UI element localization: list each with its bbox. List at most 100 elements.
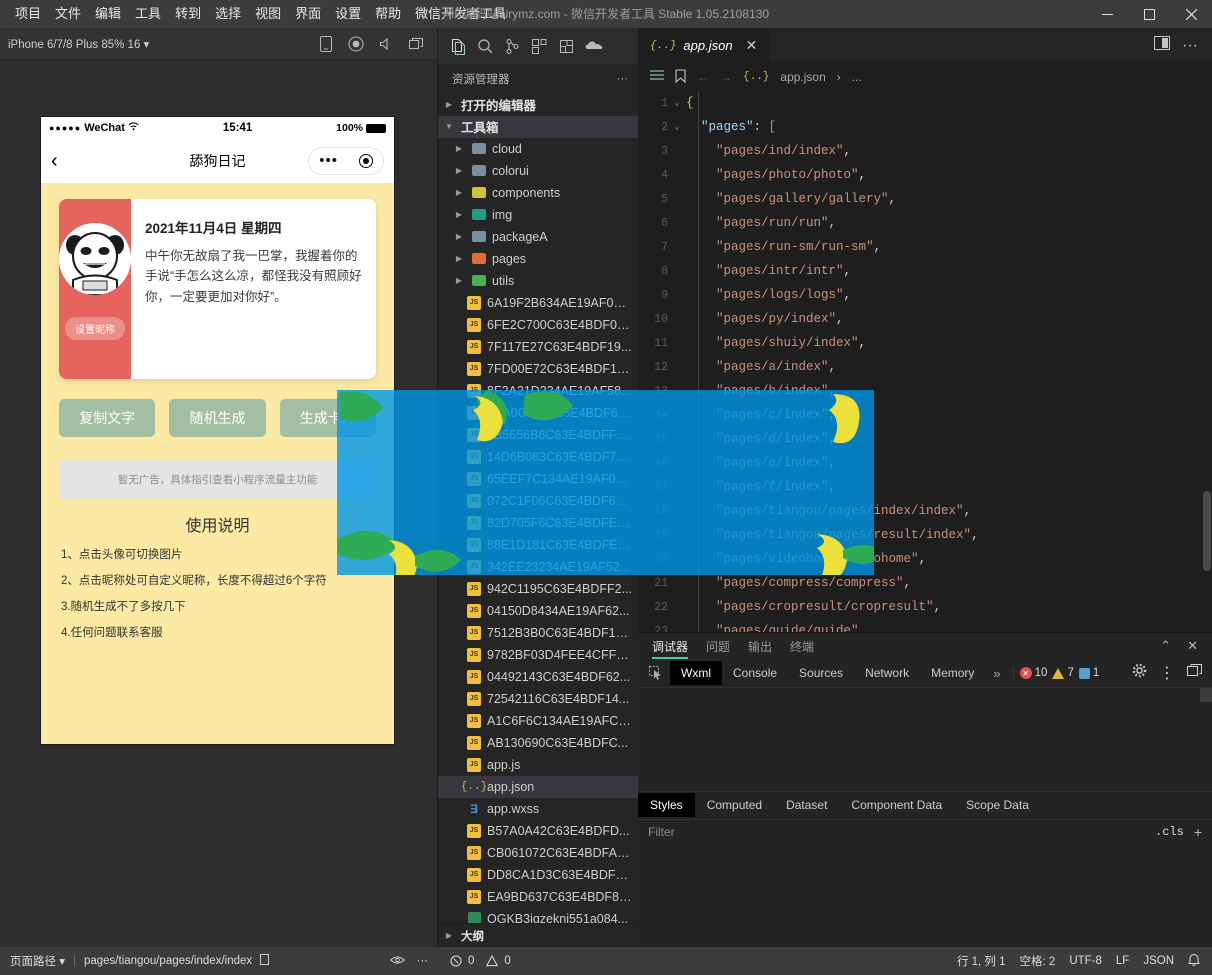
file-row-app.json[interactable]: {..}app.json [438,776,638,798]
file-row-app.wxss[interactable]: Ǝapp.wxss [438,798,638,820]
close-devtools-icon[interactable]: ✕ [1187,638,1198,654]
element-picker-icon[interactable] [642,666,670,680]
code-line-5[interactable]: 5 "pages/gallery/gallery", [638,187,1212,211]
set-nickname-button[interactable]: 设置昵称 [65,317,125,340]
code-line-20[interactable]: 20 "pages/videohome/videohome", [638,547,1212,571]
code-line-2[interactable]: 2⌄ "pages": [ [638,115,1212,139]
code-area[interactable]: 1⌄{2⌄ "pages": [3 "pages/ind/index",4 "p… [638,91,1212,632]
folder-row-cloud[interactable]: ▶cloud [438,138,638,160]
close-tab-icon[interactable]: ✕ [746,37,758,54]
devtools-tab-debugger[interactable]: 调试器 [652,633,688,659]
code-line-14[interactable]: 14 "pages/c/index", [638,403,1212,427]
status-errors[interactable]: 0 0 [450,955,511,967]
file-row-9AA0C934C63E4BDF6C...[interactable]: JS9AA0C934C63E4BDF6C... [438,402,638,424]
panel-tab-memory[interactable]: Memory [920,661,985,685]
avatar[interactable] [59,223,131,295]
file-row-9B5656B6C63E4BDFFD...[interactable]: JS9B5656B6C63E4BDFFD... [438,424,638,446]
panel-tab-wxml[interactable]: Wxml [670,661,722,685]
code-line-3[interactable]: 3 "pages/ind/index", [638,139,1212,163]
code-line-15[interactable]: 15 "pages/d/index", [638,427,1212,451]
indent-setting[interactable]: 空格: 2 [1020,953,1056,969]
warning-count[interactable]: 7 [1052,667,1073,679]
subtab-scope-data[interactable]: Scope Data [954,793,1041,817]
phone-icon[interactable] [313,32,339,56]
copy-icon[interactable] [260,954,271,969]
file-row-8F2A21D234AE19AF58...[interactable]: JS8F2A21D234AE19AF58... [438,380,638,402]
fold-chevron-icon[interactable]: ⌄ [668,122,686,132]
mini-button-0[interactable]: 复制文字 [59,399,155,437]
subtab-computed[interactable]: Computed [695,793,774,817]
code-line-7[interactable]: 7 "pages/run-sm/run-sm", [638,235,1212,259]
folder-row-packageA[interactable]: ▶packageA [438,226,638,248]
file-row-AB130690C63E4BDFC...[interactable]: JSAB130690C63E4BDFC... [438,732,638,754]
file-row-9782BF03D4FEE4CFF1E...[interactable]: JS9782BF03D4FEE4CFF1E... [438,644,638,666]
subtab-component-data[interactable]: Component Data [839,793,954,817]
add-rule-button[interactable]: + [1194,824,1202,840]
menu-item-1[interactable]: 文件 [48,3,88,25]
back-icon[interactable]: ‹ [51,150,75,173]
code-line-10[interactable]: 10 "pages/py/index", [638,307,1212,331]
menu-item-8[interactable]: 设置 [328,3,368,25]
eol-setting[interactable]: LF [1116,955,1129,967]
code-line-1[interactable]: 1⌄{ [638,91,1212,115]
close-target-icon[interactable] [359,154,373,168]
folder-row-components[interactable]: ▶components [438,182,638,204]
info-count[interactable]: 1 [1079,667,1099,679]
explorer-more-button[interactable]: ··· [617,73,629,85]
code-line-13[interactable]: 13 "pages/b/index", [638,379,1212,403]
file-row-82D705F6C63E4BDFE4...[interactable]: JS82D705F6C63E4BDFE4... [438,512,638,534]
status-more-button[interactable]: ··· [417,955,429,968]
file-row-7FD00E72C63E4BDF19...[interactable]: JS7FD00E72C63E4BDF19... [438,358,638,380]
record-icon[interactable] [343,32,369,56]
back-arrow-icon[interactable]: ← [697,70,709,84]
folder-row-utils[interactable]: ▶utils [438,270,638,292]
panel-tab-console[interactable]: Console [722,661,788,685]
menu-item-6[interactable]: 视图 [248,3,288,25]
phone-preview[interactable]: ●●●●● WeChat 15:41 100% [41,117,394,744]
extensions-icon[interactable] [531,38,548,55]
file-row-EA9BD637C63E4BDF8C...[interactable]: JSEA9BD637C63E4BDF8C... [438,886,638,908]
code-line-23[interactable]: 23 "pages/guide/guide", [638,619,1212,632]
code-line-19[interactable]: 19 "pages/tiangou/pages/result/index", [638,523,1212,547]
forward-arrow-icon[interactable]: → [720,70,732,84]
menu-item-2[interactable]: 编辑 [88,3,128,25]
mini-button-1[interactable]: 随机生成 [169,399,265,437]
bell-icon[interactable] [1188,953,1200,970]
explorer-section-1[interactable]: ▼工具箱 [438,116,638,138]
subtab-dataset[interactable]: Dataset [774,793,839,817]
code-line-18[interactable]: 18 "pages/tiangou/pages/index/index", [638,499,1212,523]
breadcrumb-rest[interactable]: ... [852,70,862,84]
file-row-14D6B083C63E4BDF72...[interactable]: JS14D6B083C63E4BDF72... [438,446,638,468]
code-line-4[interactable]: 4 "pages/photo/photo", [638,163,1212,187]
minimize-button[interactable] [1086,0,1128,28]
file-row-B57A0A42C63E4BDFD...[interactable]: JSB57A0A42C63E4BDFD... [438,820,638,842]
page-path-label[interactable]: 页面路径 ▾ [10,953,65,969]
file-row-6FE2C700C63E4BDF09...[interactable]: JS6FE2C700C63E4BDF09... [438,314,638,336]
more-icon[interactable]: ••• [319,156,338,166]
code-line-16[interactable]: 16 "pages/e/index", [638,451,1212,475]
folder-row-colorui[interactable]: ▶colorui [438,160,638,182]
debug-icon[interactable] [558,38,575,55]
error-count[interactable]: ✕ 10 [1020,667,1048,679]
code-line-17[interactable]: 17 "pages/f/index", [638,475,1212,499]
folder-row-img[interactable]: ▶img [438,204,638,226]
more-actions-icon[interactable]: ··· [1182,37,1198,55]
file-row-942C1195C63E4BDFF2...[interactable]: JS942C1195C63E4BDFF2... [438,578,638,600]
code-line-22[interactable]: 22 "pages/cropresult/cropresult", [638,595,1212,619]
more-panels-icon[interactable]: » [985,666,1008,681]
panel-tab-network[interactable]: Network [854,661,920,685]
code-line-6[interactable]: 6 "pages/run/run", [638,211,1212,235]
file-row-CB061072C63E4BDFAD...[interactable]: JSCB061072C63E4BDFAD... [438,842,638,864]
editor-scrollbar[interactable] [1202,91,1212,632]
split-editor-icon[interactable] [1154,36,1170,55]
file-row-A1C6F6C134AE19AFC7...[interactable]: JSA1C6F6C134AE19AFC7... [438,710,638,732]
file-row-7F117E27C63E4BDF19...[interactable]: JS7F117E27C63E4BDF19... [438,336,638,358]
menu-item-4[interactable]: 转到 [168,3,208,25]
filter-input[interactable]: Filter [648,825,675,839]
breadcrumb-file[interactable]: app.json [780,70,825,84]
file-row-DD8CA1D3C63E4BDFB...[interactable]: JSDD8CA1D3C63E4BDFB... [438,864,638,886]
file-row-7512B3B0C63E4BDF13...[interactable]: JS7512B3B0C63E4BDF13... [438,622,638,644]
language-mode[interactable]: JSON [1143,955,1174,967]
file-row-072C1F06C63E4BDF61...[interactable]: JS072C1F06C63E4BDF61... [438,490,638,512]
menu-item-10[interactable]: 微信开发者工具 [408,3,513,25]
